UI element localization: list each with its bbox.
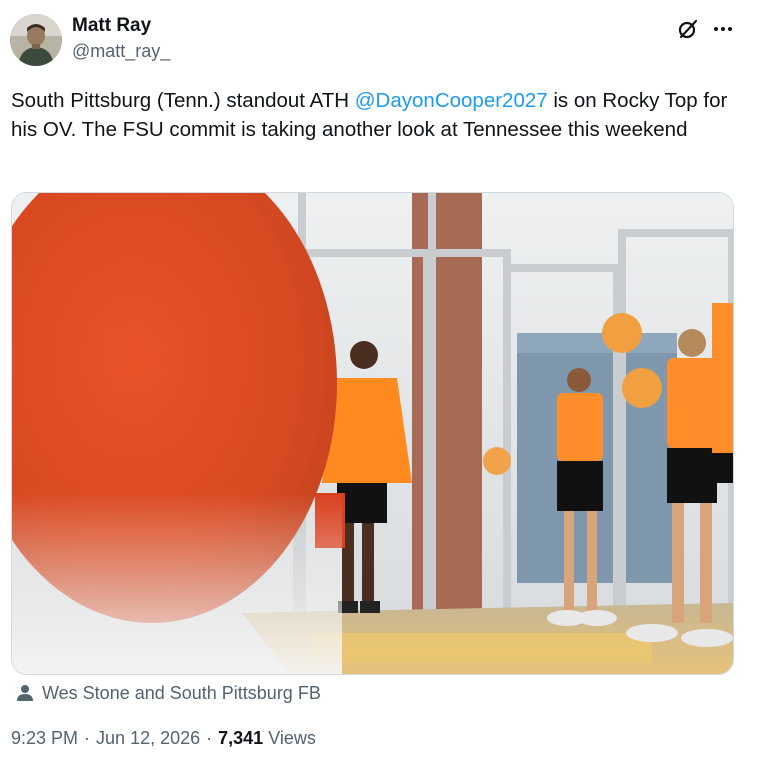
author-avatar[interactable]: [10, 14, 62, 66]
photo-credit: Wes Stone and South Pittsburg FB: [16, 682, 321, 704]
views-label: Views: [268, 728, 316, 748]
author-name[interactable]: Matt Ray: [72, 15, 151, 37]
more-horizontal-icon[interactable]: [712, 18, 734, 40]
meta-separator: ·: [84, 728, 91, 748]
avatar-image: [10, 14, 62, 66]
tweet-photo[interactable]: [11, 192, 734, 675]
tweet-text-part-1: South Pittsburg (Tenn.) standout ATH: [11, 89, 355, 112]
mention-link[interactable]: @DayonCooper2027: [355, 89, 548, 112]
tweet-meta: 9:23 PM · Jun 12, 2026 · 7,341 Views: [11, 728, 316, 749]
person-icon: [17, 685, 33, 701]
photo-credit-text: Wes Stone and South Pittsburg FB: [42, 682, 321, 703]
meta-separator: ·: [206, 728, 213, 748]
grok-slash-circle-icon[interactable]: [676, 17, 700, 41]
photo-scene: [12, 193, 733, 674]
views-count[interactable]: 7,341: [218, 728, 263, 749]
author-handle[interactable]: @matt_ray_: [72, 41, 170, 62]
tweet-date[interactable]: Jun 12, 2026: [96, 728, 200, 749]
tweet-time[interactable]: 9:23 PM: [11, 728, 78, 749]
tweet-text: South Pittsburg (Tenn.) standout ATH @Da…: [11, 86, 751, 144]
